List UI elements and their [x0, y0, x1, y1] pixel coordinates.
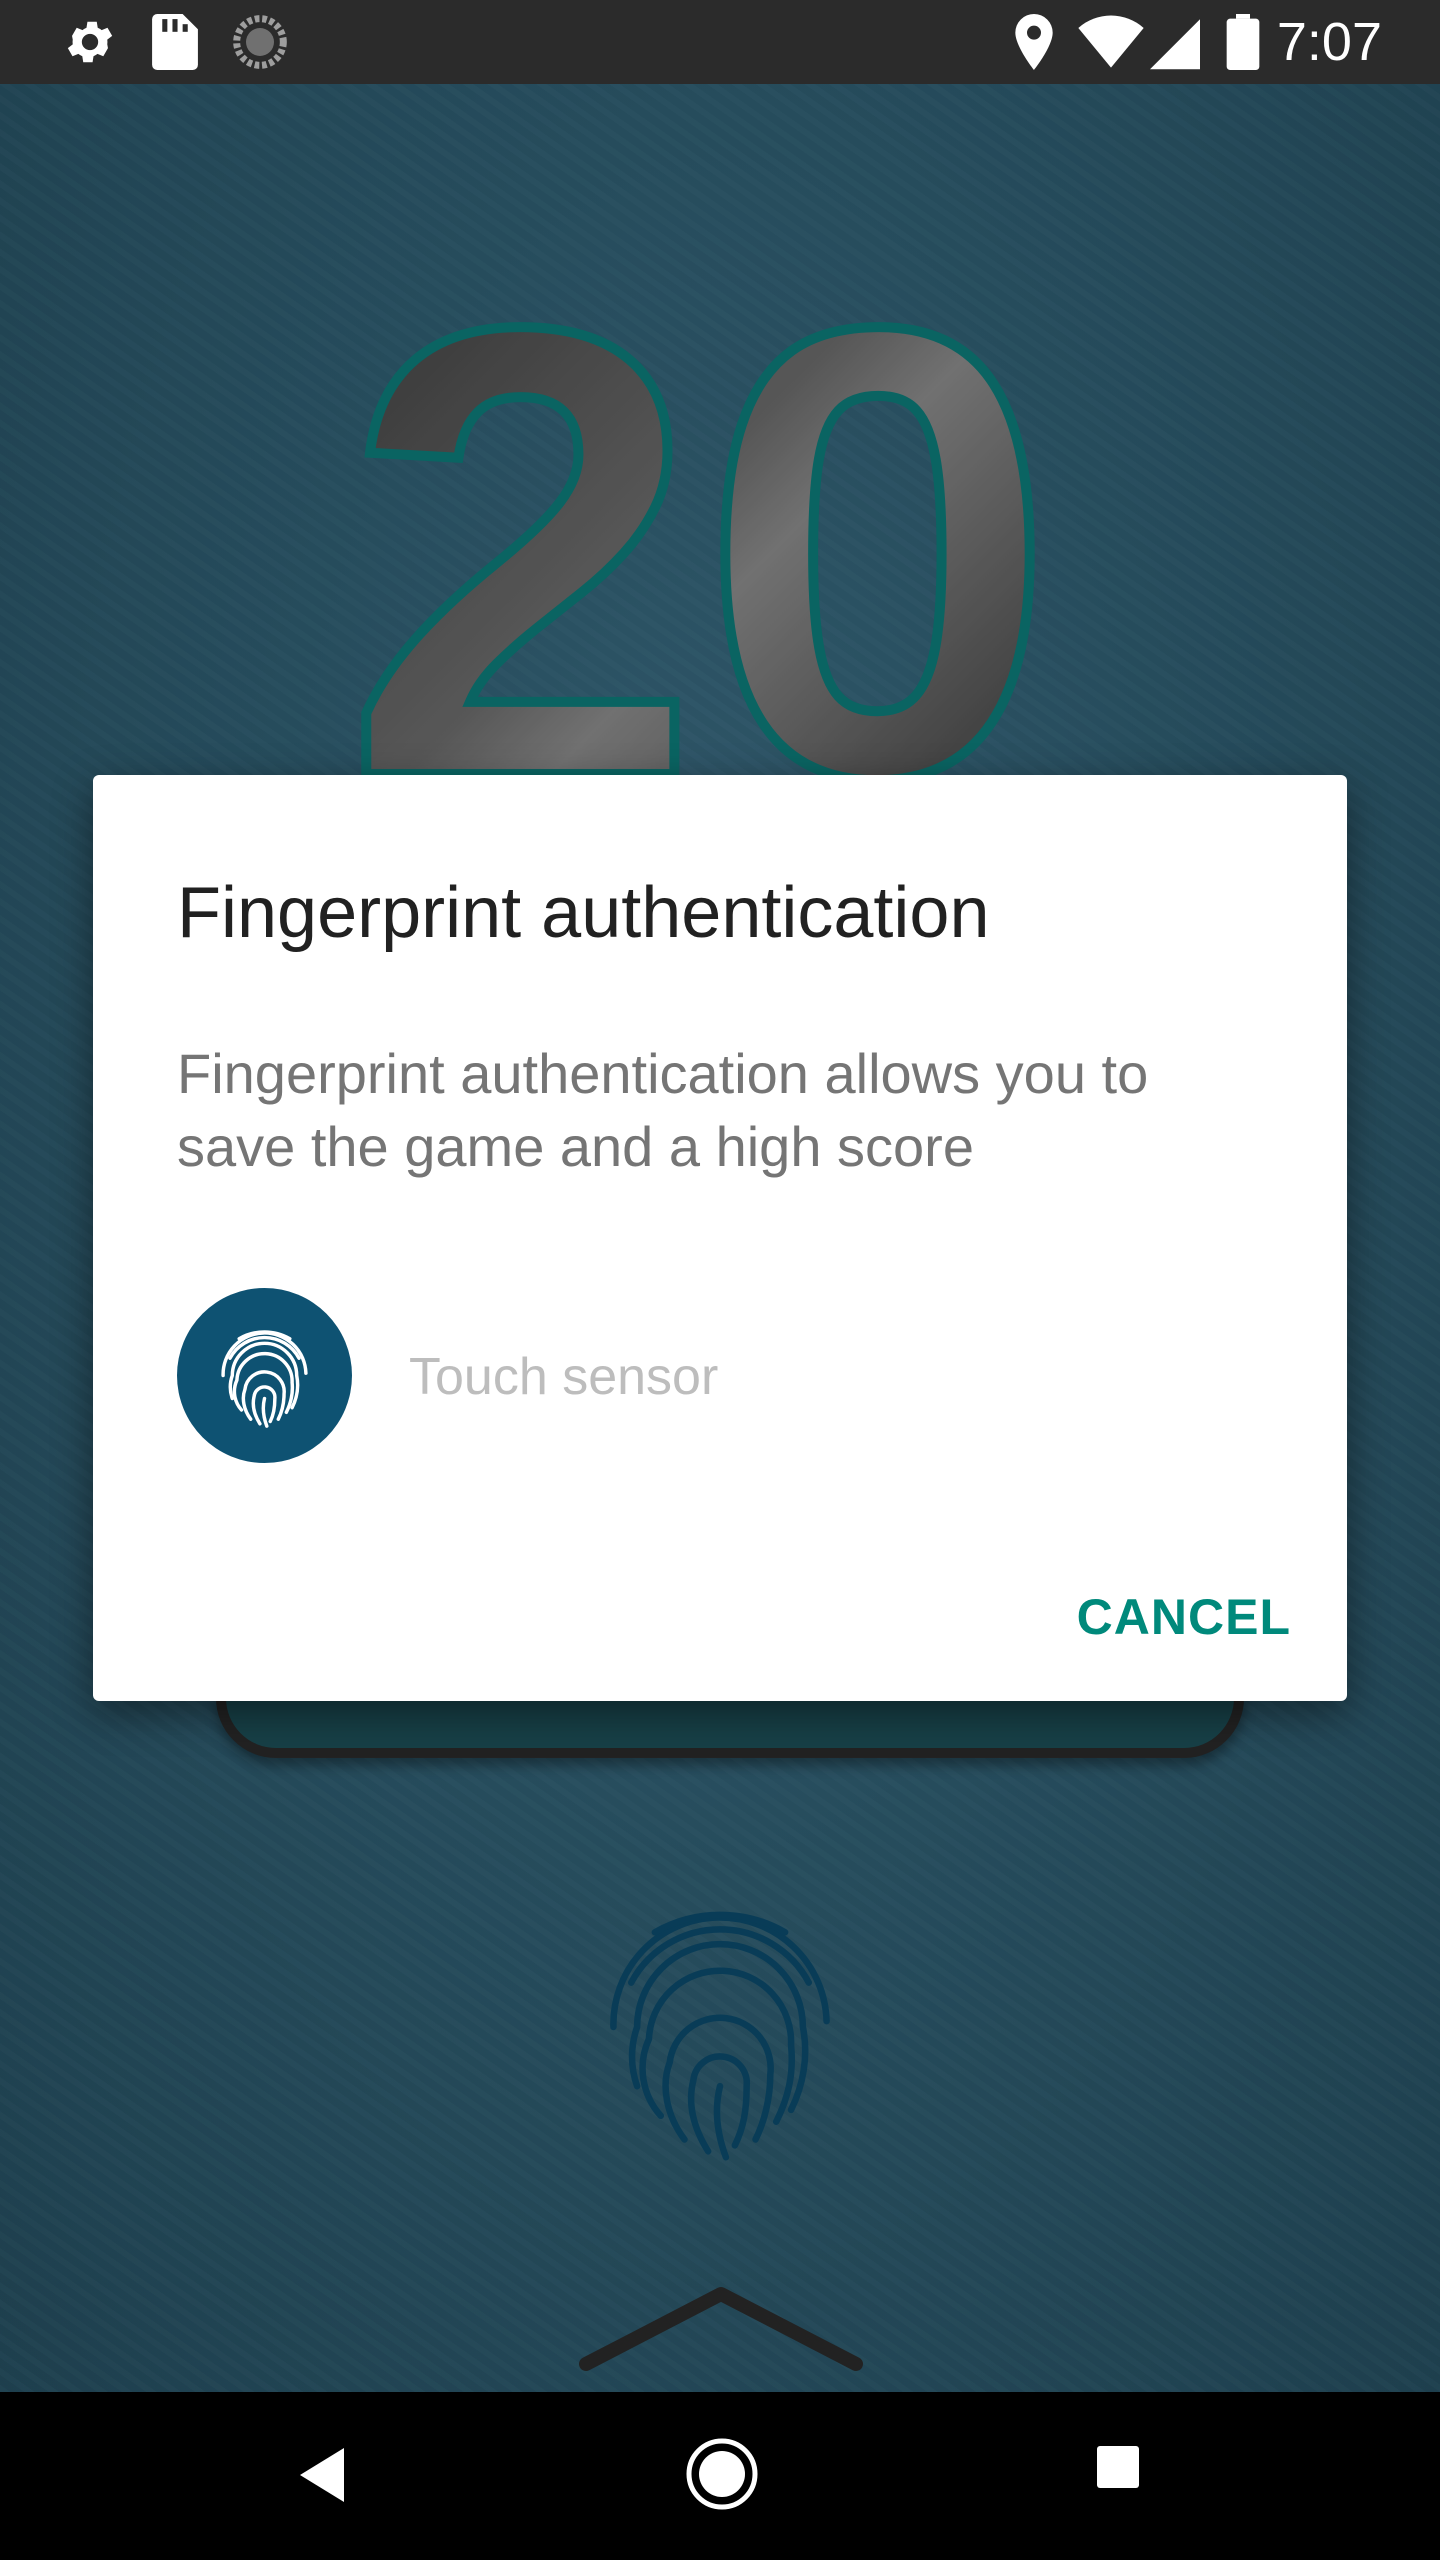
home-icon[interactable]	[684, 2436, 760, 2517]
touch-sensor-label: Touch sensor	[409, 1348, 719, 1406]
fingerprint-icon	[177, 1288, 352, 1463]
gear-icon	[62, 14, 118, 75]
battery-icon	[1226, 14, 1260, 75]
cancel-button[interactable]: CANCEL	[1077, 1587, 1291, 1647]
signal-icon	[1150, 14, 1200, 75]
dialog-description: Fingerprint authentication allows you to…	[177, 1042, 1149, 1178]
dialog-title: Fingerprint authentication	[177, 873, 990, 953]
fingerprint-dialog: Fingerprint authentication Fingerprint a…	[93, 775, 1347, 1701]
sync-icon	[232, 14, 288, 75]
status-bar: 7:07	[0, 0, 1440, 84]
status-time: 7:07	[1276, 12, 1382, 72]
location-icon	[1010, 14, 1058, 75]
sd-card-icon	[152, 14, 198, 75]
recents-icon[interactable]	[1095, 2444, 1141, 2495]
navigation-bar	[0, 2392, 1440, 2560]
wifi-icon	[1078, 14, 1144, 75]
back-icon[interactable]	[292, 2440, 352, 2515]
